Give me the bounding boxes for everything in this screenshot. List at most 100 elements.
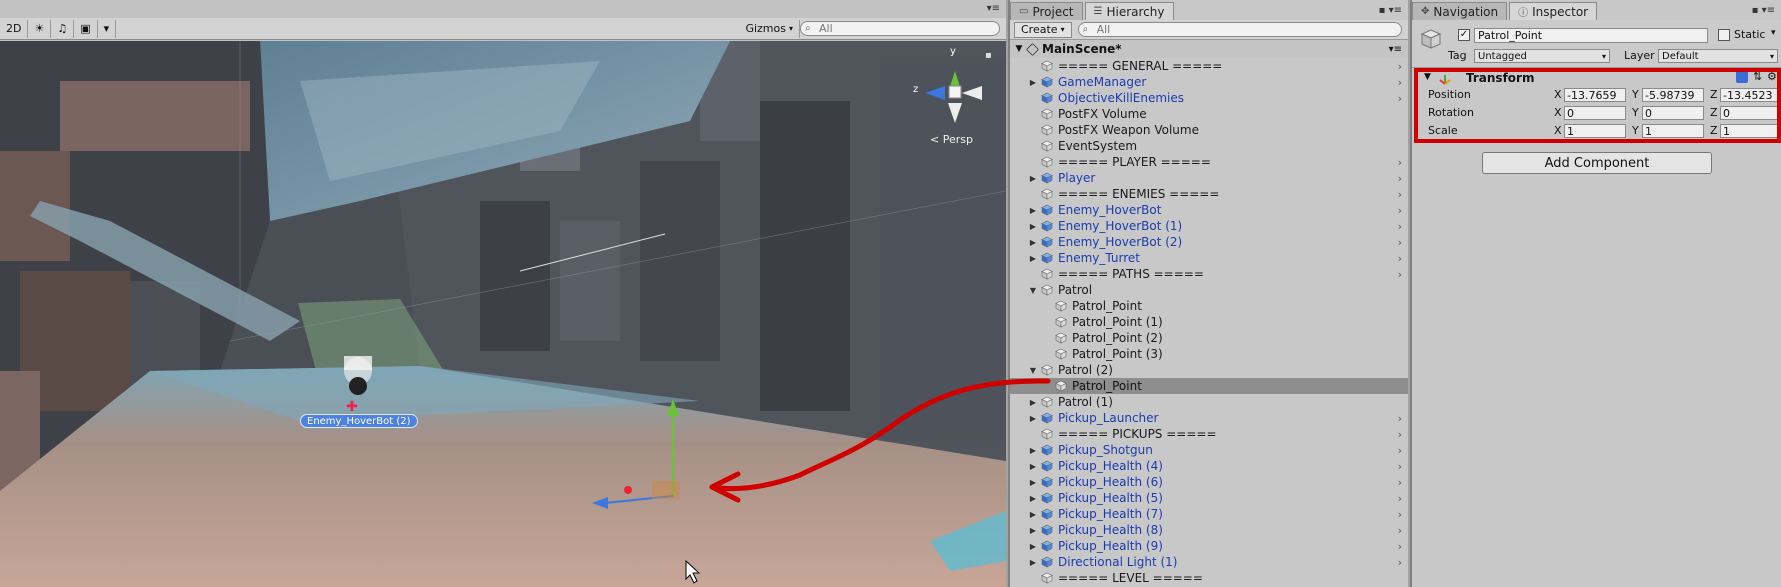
rotation-z-label[interactable]: Z (1710, 106, 1718, 119)
inspector-panel-menu-icon[interactable]: ▪ ▾≡ (1752, 5, 1775, 16)
scale-z-label[interactable]: Z (1710, 124, 1718, 137)
lock-icon[interactable]: ▪ (985, 50, 992, 61)
hierarchy-item[interactable]: ▶ Player › (1010, 170, 1408, 186)
scale-z-field[interactable]: 1 (1720, 124, 1778, 138)
hierarchy-panel-menu-icon[interactable]: ▪ ▾≡ (1379, 5, 1402, 16)
fold-collapsed-icon[interactable]: ▶ (1028, 494, 1038, 503)
layer-dropdown[interactable]: Default ▾ (1658, 49, 1778, 63)
fold-collapsed-icon[interactable]: ▶ (1028, 542, 1038, 551)
hierarchy-item[interactable]: ▶ GameManager › (1010, 74, 1408, 90)
chevron-right-icon[interactable]: › (1398, 156, 1402, 169)
hierarchy-item[interactable]: ===== ENEMIES ===== › (1010, 186, 1408, 202)
fold-collapsed-icon[interactable]: ▶ (1028, 558, 1038, 567)
hierarchy-item[interactable]: Patrol_Point (1010, 378, 1408, 394)
hierarchy-item[interactable]: ▶ Pickup_Shotgun › (1010, 442, 1408, 458)
chevron-right-icon[interactable]: › (1398, 172, 1402, 185)
hierarchy-item[interactable]: ▶ Pickup_Launcher › (1010, 410, 1408, 426)
fold-collapsed-icon[interactable]: ▶ (1028, 414, 1038, 423)
chevron-right-icon[interactable]: › (1398, 428, 1402, 441)
chevron-right-icon[interactable]: › (1398, 220, 1402, 233)
rotation-x-label[interactable]: X (1554, 106, 1562, 119)
static-checkbox[interactable] (1718, 29, 1730, 41)
hierarchy-item[interactable]: ObjectiveKillEnemies › (1010, 90, 1408, 106)
chevron-right-icon[interactable]: › (1398, 508, 1402, 521)
chevron-right-icon[interactable]: › (1398, 268, 1402, 281)
fold-collapsed-icon[interactable]: ▶ (1028, 510, 1038, 519)
chevron-right-icon[interactable]: › (1398, 92, 1402, 105)
fold-collapsed-icon[interactable]: ▶ (1028, 526, 1038, 535)
tab-navigation[interactable]: ✥ Navigation (1412, 2, 1508, 20)
hierarchy-item[interactable]: ▶ Directional Light (1) › (1010, 554, 1408, 570)
tag-dropdown[interactable]: Untagged ▾ (1474, 49, 1610, 63)
hierarchy-item[interactable]: PostFX Weapon Volume (1010, 122, 1408, 138)
hierarchy-item[interactable]: ▶ Enemy_HoverBot (2) › (1010, 234, 1408, 250)
position-y-field[interactable]: -5.98739 (1642, 88, 1704, 102)
tab-hierarchy[interactable]: ☰ Hierarchy (1084, 2, 1174, 20)
object-name-tag[interactable]: Enemy_HoverBot (2) (300, 414, 418, 428)
fold-arrow-icon[interactable]: ▼ (1012, 44, 1026, 54)
fold-arrow-icon[interactable]: ▼ (1424, 72, 1431, 82)
hierarchy-item[interactable]: Patrol_Point (1) (1010, 314, 1408, 330)
fold-collapsed-icon[interactable]: ▶ (1028, 238, 1038, 247)
scale-x-label[interactable]: X (1554, 124, 1562, 137)
fold-collapsed-icon[interactable]: ▶ (1028, 462, 1038, 471)
hierarchy-item[interactable]: ▶ Pickup_Health (9) › (1010, 538, 1408, 554)
fold-collapsed-icon[interactable]: ▶ (1028, 206, 1038, 215)
hierarchy-item[interactable]: ▶ Patrol (1) (1010, 394, 1408, 410)
scene-panel-menu-icon[interactable]: ▾≡ (987, 3, 1000, 14)
hierarchy-item[interactable]: ▼ Patrol (2) (1010, 362, 1408, 378)
scale-y-label[interactable]: Y (1632, 124, 1639, 137)
create-button[interactable]: Create ▾ (1014, 21, 1072, 38)
scale-x-field[interactable]: 1 (1564, 124, 1626, 138)
image-icon[interactable]: ▣ (74, 19, 98, 38)
rotation-y-field[interactable]: 0 (1642, 106, 1704, 120)
hierarchy-item[interactable]: Patrol_Point (1010, 298, 1408, 314)
chevron-right-icon[interactable]: › (1398, 236, 1402, 249)
hierarchy-item[interactable]: ▶ Pickup_Health (8) › (1010, 522, 1408, 538)
hierarchy-item[interactable]: ===== PICKUPS ===== › (1010, 426, 1408, 442)
add-component-button[interactable]: Add Component (1482, 152, 1712, 174)
fold-collapsed-icon[interactable]: ▶ (1028, 398, 1038, 407)
scale-y-field[interactable]: 1 (1642, 124, 1704, 138)
position-z-field[interactable]: -13.4523 (1720, 88, 1778, 102)
hierarchy-item[interactable]: ▶ Pickup_Health (6) › (1010, 474, 1408, 490)
hierarchy-item[interactable]: ▶ Pickup_Health (5) › (1010, 490, 1408, 506)
rotation-z-field[interactable]: 0 (1720, 106, 1778, 120)
chevron-right-icon[interactable]: › (1398, 460, 1402, 473)
hierarchy-item[interactable]: ▶ Enemy_Turret › (1010, 250, 1408, 266)
hierarchy-item[interactable]: ===== GENERAL ===== › (1010, 58, 1408, 74)
position-x-label[interactable]: X (1554, 88, 1562, 101)
chevron-right-icon[interactable]: › (1398, 252, 1402, 265)
fold-collapsed-icon[interactable]: ▶ (1028, 254, 1038, 263)
chevron-right-icon[interactable]: › (1398, 412, 1402, 425)
audio-icon[interactable]: ♫ (51, 19, 75, 38)
hierarchy-item[interactable]: ▼ Patrol (1010, 282, 1408, 298)
gizmos-dropdown[interactable]: Gizmos ▾ (739, 19, 800, 38)
rotation-x-field[interactable]: 0 (1564, 106, 1626, 120)
fold-collapsed-icon[interactable]: ▶ (1028, 478, 1038, 487)
persp-label[interactable]: < Persp (930, 133, 973, 146)
hierarchy-item[interactable]: ===== PATHS ===== › (1010, 266, 1408, 282)
fold-expanded-icon[interactable]: ▼ (1028, 366, 1038, 375)
hierarchy-item[interactable]: ▶ Pickup_Health (7) › (1010, 506, 1408, 522)
chevron-right-icon[interactable]: › (1398, 76, 1402, 89)
chevron-right-icon[interactable]: › (1398, 540, 1402, 553)
scene-menu-icon[interactable]: ▾≡ (1389, 44, 1402, 55)
chevron-down-icon[interactable]: ▾ (1771, 28, 1776, 38)
hierarchy-item[interactable]: ===== LEVEL ===== (1010, 570, 1408, 586)
chevron-right-icon[interactable]: › (1398, 476, 1402, 489)
sun-icon[interactable]: ☀ (28, 19, 52, 38)
2d-toggle-button[interactable]: 2D (0, 19, 29, 38)
scene-viewport[interactable]: ✚ (0, 41, 1006, 587)
hierarchy-item[interactable]: ▶ Pickup_Health (4) › (1010, 458, 1408, 474)
fold-collapsed-icon[interactable]: ▶ (1028, 174, 1038, 183)
hierarchy-item[interactable]: ===== PLAYER ===== › (1010, 154, 1408, 170)
hierarchy-item[interactable]: PostFX Volume (1010, 106, 1408, 122)
hierarchy-item[interactable]: ▶ Enemy_HoverBot › (1010, 202, 1408, 218)
chevron-right-icon[interactable]: › (1398, 444, 1402, 457)
chevron-right-icon[interactable]: › (1398, 524, 1402, 537)
chevron-right-icon[interactable]: › (1398, 188, 1402, 201)
hierarchy-item[interactable]: ▶ Enemy_HoverBot (1) › (1010, 218, 1408, 234)
hierarchy-search-input[interactable]: ⌕ All (1077, 22, 1402, 37)
scene-root-row[interactable]: ▼ MainScene* ▾≡ (1010, 40, 1408, 58)
